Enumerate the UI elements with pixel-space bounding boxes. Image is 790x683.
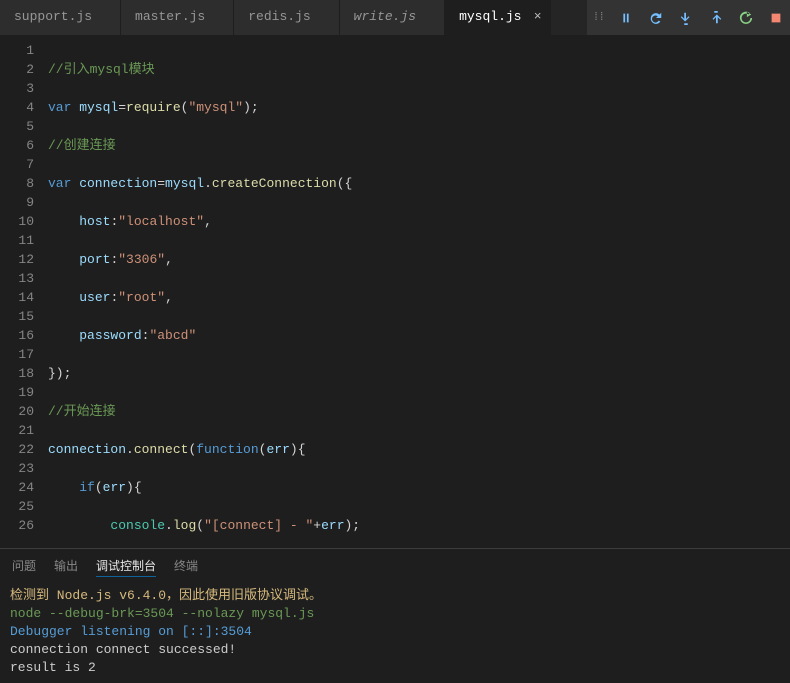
code-line: var connection=mysql.createConnection({ <box>48 174 790 193</box>
console-line: Debugger listening on [::]:3504 <box>10 624 252 639</box>
line-number: 15 <box>0 307 34 326</box>
tab-mysql[interactable]: mysql.js × <box>445 0 550 35</box>
tab-redis[interactable]: redis.js <box>234 0 339 35</box>
grip-icon[interactable]: ⁞⁞ <box>593 12 604 24</box>
line-number: 7 <box>0 155 34 174</box>
line-number: 1 <box>0 41 34 60</box>
tab-support[interactable]: support.js <box>0 0 121 35</box>
line-number: 3 <box>0 79 34 98</box>
line-number: 10 <box>0 212 34 231</box>
editor[interactable]: 1 2 3 4 5 6 7 8 9 10 11 12 13 14 15 16 1… <box>0 35 790 548</box>
panel-tab-terminal[interactable]: 终端 <box>174 555 198 577</box>
bottom-panel: 问题 输出 调试控制台 终端 检测到 Node.js v6.4.0，因此使用旧版… <box>0 548 790 683</box>
code-line: password:"abcd" <box>48 326 790 345</box>
line-number: 16 <box>0 326 34 345</box>
step-over-button[interactable] <box>648 10 664 26</box>
tab-bar: support.js master.js redis.js write.js m… <box>0 0 587 35</box>
tab-label: master.js <box>135 9 205 24</box>
code-line: //引入mysql模块 <box>48 60 790 79</box>
panel-tab-debug-console[interactable]: 调试控制台 <box>96 555 156 577</box>
console-line: node --debug-brk=3504 --nolazy mysql.js <box>10 606 314 621</box>
line-number: 25 <box>0 497 34 516</box>
line-number: 2 <box>0 60 34 79</box>
close-icon[interactable]: × <box>534 9 542 24</box>
stop-button[interactable] <box>768 10 784 26</box>
tab-master[interactable]: master.js <box>121 0 234 35</box>
line-number: 5 <box>0 117 34 136</box>
line-number: 8 <box>0 174 34 193</box>
code-line: }); <box>48 364 790 383</box>
tab-write[interactable]: write.js <box>340 0 445 35</box>
code-line: user:"root", <box>48 288 790 307</box>
line-gutter: 1 2 3 4 5 6 7 8 9 10 11 12 13 14 15 16 1… <box>0 35 48 548</box>
code-line: if(err){ <box>48 478 790 497</box>
tab-label: support.js <box>14 9 92 24</box>
console-line: connection connect successed! <box>10 642 236 657</box>
debug-console-output[interactable]: 检测到 Node.js v6.4.0，因此使用旧版协议调试。 node --de… <box>0 583 790 683</box>
line-number: 6 <box>0 136 34 155</box>
step-out-button[interactable] <box>708 10 724 26</box>
line-number: 20 <box>0 402 34 421</box>
line-number: 9 <box>0 193 34 212</box>
debug-toolbar: ⁞⁞ <box>587 0 790 35</box>
line-number: 12 <box>0 250 34 269</box>
line-number: 11 <box>0 231 34 250</box>
line-number: 21 <box>0 421 34 440</box>
code-line: host:"localhost", <box>48 212 790 231</box>
tab-label: mysql.js <box>459 9 521 24</box>
top-area: support.js master.js redis.js write.js m… <box>0 0 790 35</box>
code-line: var mysql=require("mysql"); <box>48 98 790 117</box>
line-number: 4 <box>0 98 34 117</box>
line-number: 19 <box>0 383 34 402</box>
pause-button[interactable] <box>618 10 634 26</box>
console-line: 检测到 Node.js v6.4.0，因此使用旧版协议调试。 <box>10 588 322 603</box>
code-line: //创建连接 <box>48 136 790 155</box>
code-area[interactable]: //引入mysql模块 var mysql=require("mysql"); … <box>48 35 790 548</box>
code-line: //开始连接 <box>48 402 790 421</box>
step-into-button[interactable] <box>678 10 694 26</box>
line-number: 24 <box>0 478 34 497</box>
line-number: 23 <box>0 459 34 478</box>
restart-button[interactable] <box>738 10 754 26</box>
panel-tabs: 问题 输出 调试控制台 终端 <box>0 549 790 583</box>
line-number: 17 <box>0 345 34 364</box>
code-line: connection.connect(function(err){ <box>48 440 790 459</box>
panel-tab-output[interactable]: 输出 <box>54 555 78 577</box>
code-line: console.log("[connect] - "+err); <box>48 516 790 535</box>
line-number: 13 <box>0 269 34 288</box>
line-number: 18 <box>0 364 34 383</box>
tab-label: write.js <box>354 9 416 24</box>
console-line: result is 2 <box>10 660 96 675</box>
line-number: 14 <box>0 288 34 307</box>
code-line: port:"3306", <box>48 250 790 269</box>
line-number: 22 <box>0 440 34 459</box>
tab-label: redis.js <box>248 9 310 24</box>
panel-tab-problems[interactable]: 问题 <box>12 555 36 577</box>
line-number: 26 <box>0 516 34 535</box>
